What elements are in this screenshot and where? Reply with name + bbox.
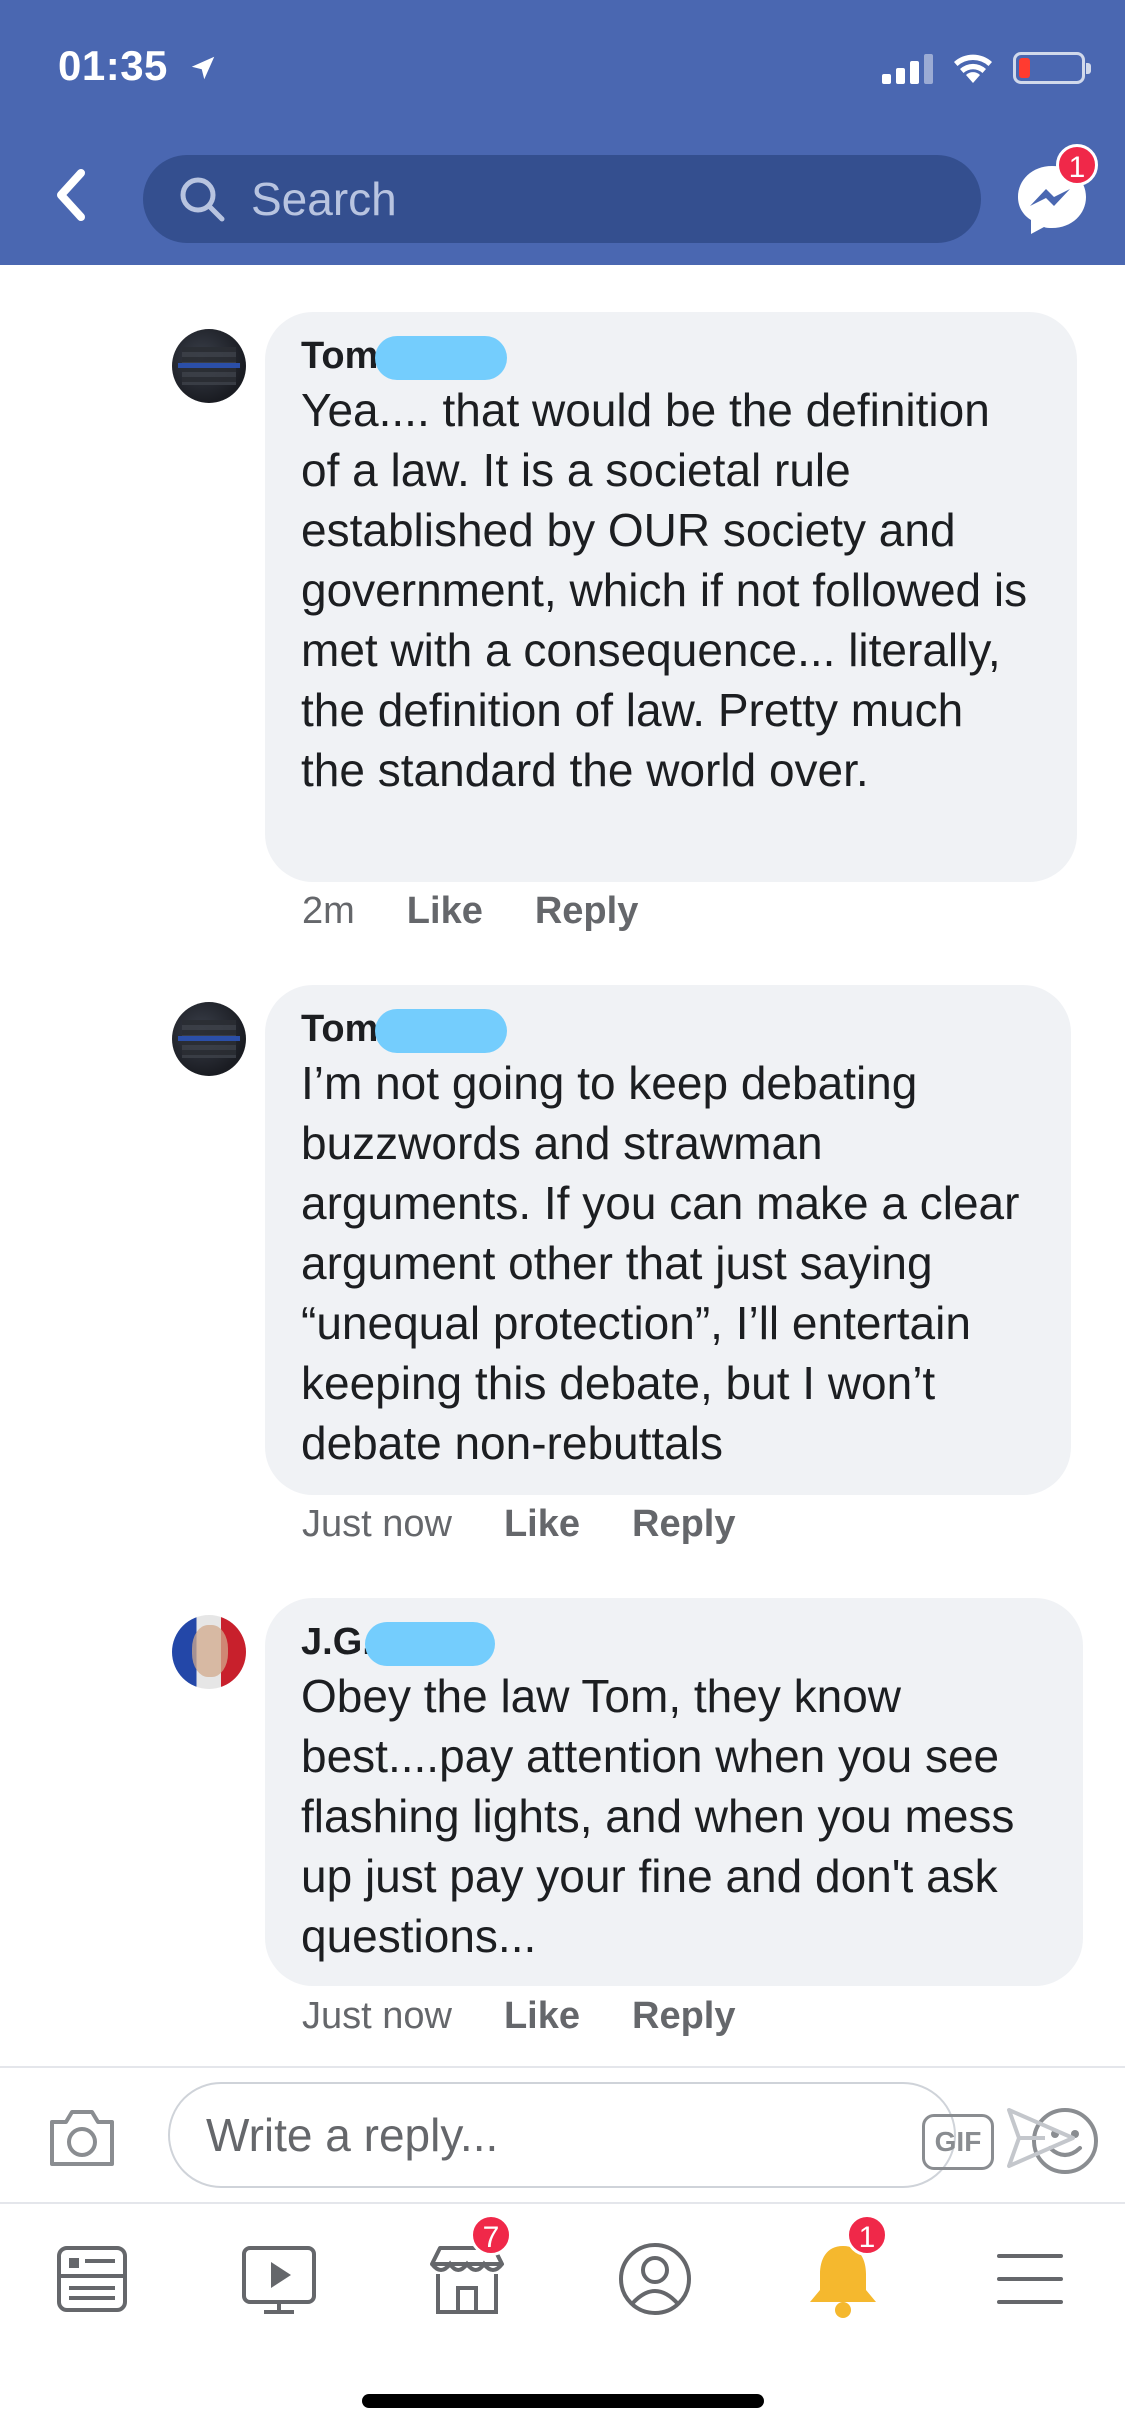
home-indicator[interactable]	[362, 2394, 764, 2408]
comment-text: Obey the law Tom, they know best....pay …	[301, 1670, 1015, 1962]
like-button[interactable]: Like	[504, 1503, 580, 1546]
tab-news-feed[interactable]	[47, 2234, 137, 2324]
messenger-badge: 1	[1056, 144, 1098, 186]
avatar[interactable]	[172, 329, 246, 403]
avatar[interactable]	[172, 1002, 246, 1076]
tab-menu[interactable]	[985, 2234, 1075, 2324]
camera-button[interactable]	[46, 2106, 118, 2170]
marketplace-badge: 7	[470, 2214, 512, 2256]
comment-author[interactable]: J.G.	[301, 1621, 373, 1663]
search-placeholder: Search	[251, 173, 397, 225]
comment-time: Just now	[302, 1995, 452, 2037]
comment-author[interactable]: Tom	[301, 335, 378, 377]
name-redaction	[375, 1009, 507, 1053]
comment-actions: Just now Like Reply	[302, 1503, 736, 1546]
camera-icon	[50, 2110, 114, 2166]
comment-time: Just now	[302, 1503, 452, 1545]
status-time-label: 01:35	[58, 42, 168, 89]
location-arrow-icon	[188, 45, 218, 93]
reply-button[interactable]: Reply	[632, 1995, 735, 2038]
cellular-signal-icon	[882, 52, 933, 84]
send-button[interactable]	[1005, 2106, 1077, 2170]
comment-actions: 2m Like Reply	[302, 890, 638, 933]
comment-bubble: J.G. Obey the law Tom, they know best...…	[265, 1598, 1083, 1986]
video-play-icon	[242, 2246, 316, 2314]
notifications-badge: 1	[846, 2214, 888, 2256]
comment-bubble: Tom I’m not going to keep debating buzzw…	[265, 985, 1071, 1495]
reply-placeholder: Write a reply...	[206, 2109, 499, 2161]
name-redaction	[365, 1622, 495, 1666]
name-redaction	[375, 336, 507, 380]
reply-input[interactable]: Write a reply... GIF	[168, 2082, 1098, 2188]
wifi-icon	[954, 54, 992, 83]
comment-actions: Just now Like Reply	[302, 1995, 736, 2038]
reply-button[interactable]: Reply	[632, 1503, 735, 1546]
avatar[interactable]	[172, 1615, 246, 1689]
send-icon	[1007, 2108, 1075, 2168]
chevron-left-icon	[57, 169, 85, 221]
reply-composer: Write a reply... GIF	[0, 2066, 1125, 2202]
tab-profile[interactable]	[610, 2234, 700, 2324]
gif-button[interactable]: GIF	[922, 2114, 994, 2170]
reply-button[interactable]: Reply	[535, 890, 638, 933]
messenger-button[interactable]: 1	[1014, 144, 1098, 238]
hamburger-menu-icon	[997, 2254, 1063, 2304]
battery-icon	[1013, 52, 1091, 84]
comment-time: 2m	[302, 890, 355, 932]
top-bar: 01:35 Search 1	[0, 0, 1125, 265]
search-input[interactable]: Search	[143, 155, 981, 243]
comment-text: Yea.... that would be the definition of …	[301, 384, 1028, 796]
tab-notifications[interactable]: 1	[798, 2214, 888, 2324]
search-icon	[180, 177, 225, 222]
like-button[interactable]: Like	[504, 1995, 580, 2038]
comment-text: I’m not going to keep debating buzzwords…	[301, 1057, 1020, 1469]
tab-marketplace[interactable]: 7	[422, 2214, 512, 2324]
news-feed-icon	[57, 2246, 127, 2312]
status-time: 01:35	[58, 42, 218, 93]
comment-bubble: Tom Yea.... that would be the definition…	[265, 312, 1077, 882]
like-button[interactable]: Like	[407, 890, 483, 933]
profile-icon	[619, 2243, 691, 2315]
back-button[interactable]	[40, 160, 100, 230]
status-icons	[882, 48, 1091, 88]
tab-watch[interactable]	[234, 2234, 324, 2324]
comment-author[interactable]: Tom	[301, 1008, 378, 1050]
